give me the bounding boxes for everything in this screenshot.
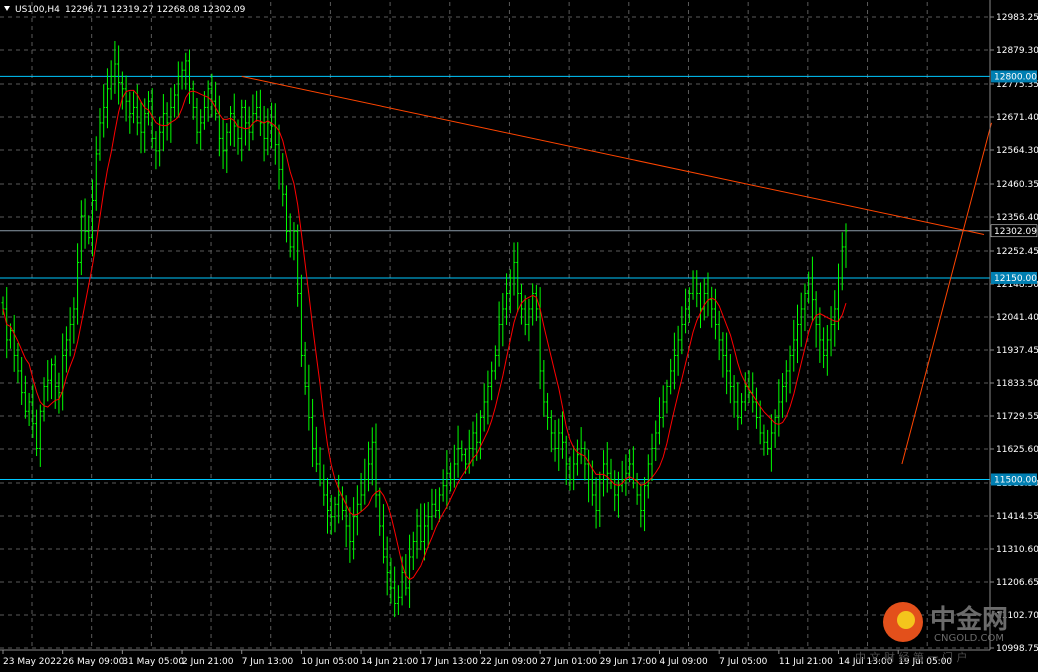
x-tick-label: 7 Jun 13:00: [242, 657, 294, 667]
x-tick-label: 4 Jul 09:00: [659, 657, 708, 667]
x-tick-label: 2 Jun 21:00: [182, 657, 234, 667]
watermark-cn: 中金网: [930, 604, 1008, 635]
y-tick-label: 11729.55: [996, 412, 1038, 422]
watermark-logo-inner-icon: [897, 611, 915, 629]
x-tick-label: 17 Jun 13:00: [421, 657, 478, 667]
x-tick-label: 10 Jun 05:00: [301, 657, 358, 667]
y-tick-label: 11206.65: [996, 578, 1038, 588]
watermark-sub: 中 文 财 经 第 一 门 户: [855, 650, 967, 664]
x-tick-label: 29 Jun 17:00: [600, 657, 657, 667]
chart-window[interactable]: 12983.25 12879.30 12775.35 12671.40 12564.30…: [0, 0, 1038, 672]
y-tick-label: 11310.60: [996, 545, 1038, 555]
x-tick-label: 31 May 05:00: [122, 657, 184, 667]
level-label: 12800.00: [994, 72, 1037, 82]
y-tick-label: 12564.30: [996, 146, 1038, 156]
x-tick-label: 14 Jun 21:00: [361, 657, 418, 667]
x-tick-label: 23 May 2022: [3, 657, 62, 667]
x-tick-label: 7 Jul 05:00: [719, 657, 768, 667]
y-tick-label: 12460.35: [996, 180, 1038, 190]
y-tick-label: 11833.50: [996, 379, 1038, 389]
y-tick-label: 12671.40: [996, 113, 1038, 123]
current-price-label: 12302.09: [994, 227, 1037, 237]
y-tick-label: 11414.55: [996, 512, 1038, 522]
y-tick-label: 11937.45: [996, 346, 1038, 356]
symbol-label: US100,H4: [15, 5, 60, 15]
x-tick-label: 11 Jul 21:00: [779, 657, 833, 667]
y-tick-label: 12041.40: [996, 313, 1038, 323]
y-tick-label: 12983.25: [996, 13, 1038, 23]
chart-header: US100,H4 12296.71 12319.27 12268.08 1230…: [4, 5, 246, 15]
y-tick-label: 11625.60: [996, 445, 1038, 455]
x-tick-label: 26 May 09:00: [63, 657, 125, 667]
y-tick-label: 10998.75: [996, 644, 1038, 654]
price-chart[interactable]: 12983.2512879.3012775.3512671.4012564.30…: [0, 0, 1038, 672]
level-label: 12150.00: [994, 274, 1037, 284]
x-tick-label: 27 Jun 01:00: [540, 657, 597, 667]
ohlc-readout: 12296.71 12319.27 12268.08 12302.09: [65, 5, 246, 15]
x-tick-label: 22 Jun 09:00: [480, 657, 537, 667]
watermark-en: CNGOLD.COM: [934, 633, 1004, 644]
plot-background: [0, 0, 1038, 672]
level-label: 11500.00: [994, 475, 1037, 485]
y-tick-label: 12252.45: [996, 247, 1038, 257]
y-tick-label: 12356.40: [996, 213, 1038, 223]
y-tick-label: 12879.30: [996, 46, 1038, 56]
